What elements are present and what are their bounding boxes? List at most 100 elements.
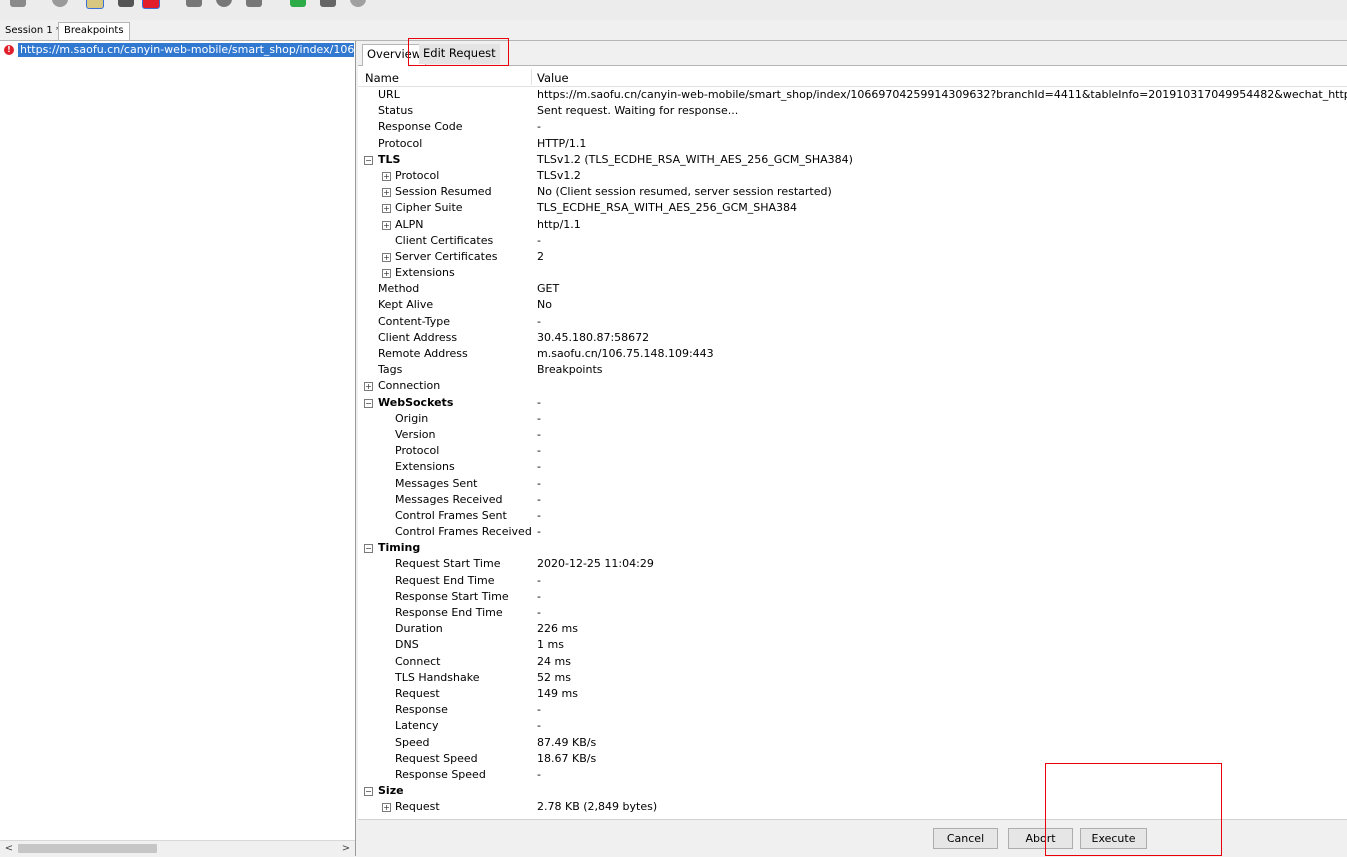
- record-icon[interactable]: [52, 0, 68, 7]
- request-row[interactable]: ! https://m.saofu.cn/canyin-web-mobile/s…: [2, 42, 354, 58]
- row-label: Method: [378, 282, 420, 296]
- row-label: Request Start Time: [395, 557, 501, 571]
- table-row[interactable]: Kept Alive No: [358, 297, 1347, 313]
- check-icon[interactable]: [246, 0, 262, 7]
- name-column-header[interactable]: Name: [365, 71, 399, 85]
- details-pane: Overview Edit Request Name Value URL http…: [358, 38, 1347, 857]
- table-row[interactable]: + Protocol TLSv1.2: [358, 168, 1347, 184]
- table-row[interactable]: Control Frames Received -: [358, 524, 1347, 540]
- expand-icon[interactable]: +: [364, 382, 373, 392]
- settings-icon[interactable]: [350, 0, 366, 7]
- tab-session-1[interactable]: Session 1 *: [0, 23, 66, 39]
- row-value: TLSv1.2: [537, 168, 581, 182]
- table-row[interactable]: TLS Handshake 52 ms: [358, 670, 1347, 686]
- horizontal-scrollbar[interactable]: < >: [0, 840, 355, 856]
- row-label: Response Speed: [395, 767, 486, 781]
- expand-icon[interactable]: +: [382, 204, 391, 214]
- table-row[interactable]: URL https://m.saofu.cn/canyin-web-mobile/…: [358, 87, 1347, 103]
- table-row[interactable]: Messages Received -: [358, 492, 1347, 508]
- expand-icon[interactable]: +: [382, 188, 391, 198]
- row-label: Protocol: [395, 168, 440, 182]
- table-row[interactable]: Response -: [358, 702, 1347, 718]
- table-row[interactable]: Content-Type -: [358, 314, 1347, 330]
- collapse-icon[interactable]: −: [364, 787, 373, 797]
- expand-icon[interactable]: +: [382, 803, 391, 813]
- table-row[interactable]: Response Start Time -: [358, 589, 1347, 605]
- table-row[interactable]: Control Frames Sent -: [358, 508, 1347, 524]
- request-url[interactable]: https://m.saofu.cn/canyin-web-mobile/sma…: [18, 43, 354, 57]
- expand-icon[interactable]: +: [382, 220, 391, 230]
- table-row[interactable]: − TLS TLSv1.2 (TLS_ECDHE_RSA_WITH_AES_256_…: [358, 152, 1347, 168]
- row-label: Extensions: [395, 266, 455, 280]
- pen-icon[interactable]: [10, 0, 26, 7]
- tab-breakpoints[interactable]: Breakpoints: [58, 22, 130, 40]
- expand-icon[interactable]: +: [382, 269, 391, 279]
- table-row[interactable]: Protocol -: [358, 443, 1347, 459]
- row-value: -: [537, 508, 541, 522]
- breakpoint-alert-icon: !: [4, 45, 14, 55]
- table-row[interactable]: Duration 226 ms: [358, 621, 1347, 637]
- row-value: 18.67 KB/s: [537, 751, 597, 765]
- row-label: Connection: [378, 379, 441, 393]
- refresh-icon[interactable]: [216, 0, 232, 7]
- table-row[interactable]: Request Start Time 2020-12-25 11:04:29: [358, 556, 1347, 572]
- row-label: Protocol: [378, 136, 423, 150]
- value-column-header[interactable]: Value: [537, 71, 569, 85]
- stop-icon[interactable]: [118, 0, 134, 7]
- collapse-icon[interactable]: −: [364, 155, 373, 165]
- table-row[interactable]: − WebSockets -: [358, 395, 1347, 411]
- scroll-right-icon[interactable]: >: [339, 842, 353, 855]
- table-row[interactable]: Request 149 ms: [358, 686, 1347, 702]
- edit-icon[interactable]: [186, 0, 202, 7]
- row-value: Breakpoints: [537, 363, 603, 377]
- row-value: HTTP/1.1: [537, 136, 587, 150]
- table-row[interactable]: Latency -: [358, 718, 1347, 734]
- row-value: -: [537, 460, 541, 474]
- table-row[interactable]: Extensions -: [358, 459, 1347, 475]
- column-separator[interactable]: [531, 69, 532, 85]
- table-row[interactable]: Method GET: [358, 281, 1347, 297]
- expand-icon[interactable]: +: [382, 171, 391, 181]
- table-row[interactable]: Tags Breakpoints: [358, 362, 1347, 378]
- table-row[interactable]: + Server Certificates 2: [358, 249, 1347, 265]
- scroll-left-icon[interactable]: <: [2, 842, 16, 855]
- row-label: Request: [395, 800, 440, 814]
- table-row[interactable]: Messages Sent -: [358, 476, 1347, 492]
- row-label: Connect: [395, 654, 441, 668]
- table-row[interactable]: + Cipher Suite TLS_ECDHE_RSA_WITH_AES_256_…: [358, 200, 1347, 216]
- table-row[interactable]: + ALPN http/1.1: [358, 217, 1347, 233]
- table-row[interactable]: Protocol HTTP/1.1: [358, 136, 1347, 152]
- column-header: Name Value: [358, 68, 1347, 87]
- throttle-icon[interactable]: [86, 0, 104, 9]
- collapse-icon[interactable]: −: [364, 398, 373, 408]
- table-row[interactable]: Version -: [358, 427, 1347, 443]
- expand-icon[interactable]: +: [382, 252, 391, 262]
- table-row[interactable]: − Timing: [358, 540, 1347, 556]
- table-row[interactable]: Speed 87.49 KB/s: [358, 735, 1347, 751]
- collapse-icon[interactable]: −: [364, 544, 373, 554]
- table-row[interactable]: DNS 1 ms: [358, 637, 1347, 653]
- table-row[interactable]: + Session Resumed No (Client session resum…: [358, 184, 1347, 200]
- tools-icon[interactable]: [320, 0, 336, 7]
- table-row[interactable]: Response Code -: [358, 119, 1347, 135]
- table-row[interactable]: Client Certificates -: [358, 233, 1347, 249]
- table-row[interactable]: Client Address 30.45.180.87:58672: [358, 330, 1347, 346]
- breakpoint-icon[interactable]: [142, 0, 160, 9]
- row-value: -: [537, 120, 541, 134]
- table-row[interactable]: Origin -: [358, 411, 1347, 427]
- row-label: Response Start Time: [395, 589, 509, 603]
- row-value: 1 ms: [537, 638, 564, 652]
- row-value: 52 ms: [537, 670, 571, 684]
- table-row[interactable]: + Extensions: [358, 265, 1347, 281]
- shopping-basket-icon[interactable]: [290, 0, 306, 7]
- table-row[interactable]: Request End Time -: [358, 573, 1347, 589]
- scroll-thumb[interactable]: [18, 844, 157, 853]
- table-row[interactable]: Status Sent request. Waiting for response…: [358, 103, 1347, 119]
- table-row[interactable]: + Connection: [358, 378, 1347, 394]
- session-tab-bar: Session 1 * Breakpoints: [0, 20, 1347, 41]
- table-row[interactable]: Connect 24 ms: [358, 654, 1347, 670]
- row-value: -: [537, 589, 541, 603]
- cancel-button[interactable]: Cancel: [933, 828, 998, 849]
- table-row[interactable]: Response End Time -: [358, 605, 1347, 621]
- table-row[interactable]: Remote Address m.saofu.cn/106.75.148.109:…: [358, 346, 1347, 362]
